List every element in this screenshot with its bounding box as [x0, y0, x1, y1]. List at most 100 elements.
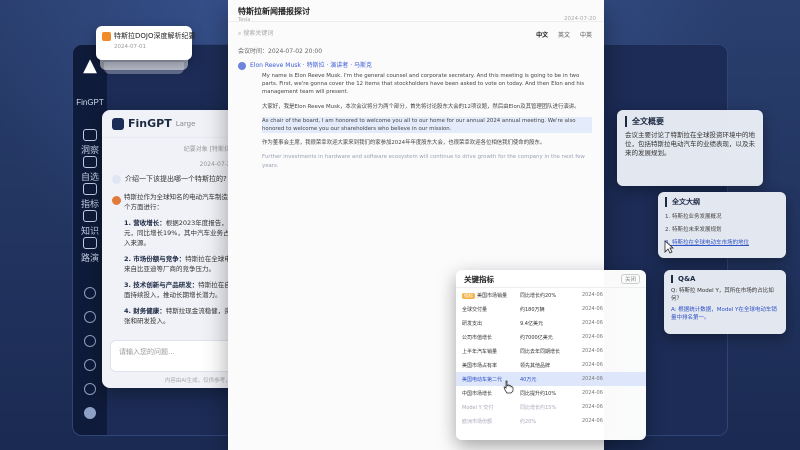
toast-title: 特斯拉DOJO深度解析纪要 — [114, 32, 196, 40]
tab-english[interactable]: 英文 — [558, 32, 570, 39]
outline-label: 全文大纲 — [665, 197, 779, 207]
mobile-icon[interactable] — [84, 335, 96, 347]
notification-icon[interactable] — [84, 383, 96, 395]
chat-title: FinGPT — [128, 117, 172, 130]
kpi-row[interactable]: 中国市场增长 同比提升约10% 2024-06 — [456, 386, 646, 400]
kpi-value: 9.4亿美元 — [520, 320, 543, 327]
document-search-input[interactable]: ⌕ 搜索关键词 — [238, 28, 508, 40]
knowledge-icon — [83, 210, 97, 222]
outline-item[interactable]: 1. 特斯拉业务发展概况 — [665, 212, 779, 220]
document-icon — [102, 32, 111, 41]
kpi-name: 指标 美国市场销量 — [462, 292, 508, 299]
kpi-row[interactable]: 公司市值增长 约7000亿美元 2024-06 — [456, 330, 646, 344]
kpi-date: 2024-06 — [582, 404, 603, 410]
kpi-date: 2024-06 — [582, 376, 603, 382]
kpi-badge: 指标 — [462, 292, 475, 299]
assistant-avatar — [112, 196, 121, 205]
answer-item-title: 3. 技术创新与产品研发： — [124, 281, 199, 289]
notification-toast[interactable]: 特斯拉DOJO深度解析纪要 2024-07-01 — [96, 26, 196, 60]
summary-label: 全文概要 — [625, 116, 755, 127]
outline-item[interactable]: 2. 特斯拉未来发展规划 — [665, 225, 779, 233]
kpi-title: 关键指标 — [456, 270, 646, 288]
kpi-value: 同比去年同期增长 — [520, 348, 561, 355]
tab-bilingual[interactable]: 中英 — [580, 32, 592, 39]
kpi-date: 2024-06 — [582, 306, 603, 312]
kpi-value: 领先其他品牌 — [520, 362, 551, 369]
chat-subtitle: Large — [175, 119, 196, 128]
transcript-paragraph: 作为董事会主席，我很荣幸欢迎大家来到我们的家参加2024年年度股东大会，也很荣幸… — [262, 140, 546, 147]
kpi-name: 公司市值增长 — [462, 334, 493, 341]
document-subtitle: Tesla — [238, 17, 251, 23]
user-icon — [112, 174, 121, 184]
chat-input-placeholder: 请输入您的问题... — [119, 348, 175, 356]
kpi-row[interactable]: 全球交付量 约180万辆 2024-06 — [456, 302, 646, 316]
speaker-avatar — [238, 61, 246, 70]
speaker-name: Elon Reeve Musk · 特斯拉 · 演讲者 · 马斯克 — [250, 62, 373, 69]
kpi-name: Model Y 交付 — [462, 404, 494, 411]
kpi-date: 2024-06 — [582, 390, 603, 396]
key-indicators-panel: 关键指标 关闭 指标 美国市场销量 同比增长约20% 2024-06 全球交付量 约180… — [456, 270, 646, 440]
qa-answer: A: 根据统计数据，Model Y在全球电动车销量中排名第一。 — [671, 307, 777, 321]
game-icon[interactable] — [84, 311, 96, 323]
kpi-row[interactable]: 美国市场占有率 领先其他品牌 2024-06 — [456, 358, 646, 372]
kpi-name: 欧洲市场份额 — [462, 418, 493, 425]
kpi-row[interactable]: 指标 美国市场销量 同比增长约20% 2024-06 — [456, 288, 646, 302]
kpi-value: 同比增长约20% — [520, 292, 557, 299]
kpi-date: 2024-06 — [582, 320, 603, 326]
transcript-paragraph-highlighted: As chair of the board, I am honored to w… — [262, 116, 592, 134]
qa-panel: Q&A Q: 特斯拉 Model Y，其所在市场的占比如何？ A: 根据统计数据… — [664, 270, 786, 334]
kpi-table: 指标 美国市场销量 同比增长约20% 2024-06 全球交付量 约180万辆 2024-0… — [456, 288, 646, 428]
full-outline-panel: 全文大纲 1. 特斯拉业务发展概况 2. 特斯拉未来发展规划 3. 特斯拉在全球… — [658, 192, 786, 258]
kpi-date: 2024-06 — [582, 292, 603, 298]
kpi-row[interactable]: 欧洲市场份额 约20% 2024-06 — [456, 414, 646, 428]
qa-question: Q: 特斯拉 Model Y，其所在市场的占比如何？ — [671, 288, 774, 302]
transcript-paragraph: My name is Elon Reeve Musk. I'm the gene… — [262, 73, 585, 96]
kpi-row[interactable]: Model Y 交付 同比增长约15% 2024-06 — [456, 400, 646, 414]
insight-icon — [83, 129, 97, 141]
language-tabs: 中文 英文 中英 — [528, 30, 592, 39]
toast-time: 2024-07-01 — [114, 44, 146, 50]
kpi-value: 约7000亿美元 — [520, 334, 553, 341]
kpi-row[interactable]: 上半年汽车销量 同比去年同期增长 2024-06 — [456, 344, 646, 358]
watchlist-icon — [83, 156, 97, 168]
kpi-row[interactable]: 研发支出 9.4亿美元 2024-06 — [456, 316, 646, 330]
kpi-value: 同比提升约10% — [520, 390, 557, 397]
question-text: 介绍一下该提出哪一个特斯拉的? — [125, 175, 227, 183]
answer-item-title: 1. 营收增长： — [124, 219, 166, 227]
kpi-date: 2024-06 — [582, 334, 603, 340]
app-name: FinGPT — [76, 98, 104, 107]
kpi-date: 2024-06 — [582, 362, 603, 368]
kpi-name: 美国市场占有率 — [462, 362, 498, 369]
speaker-row[interactable]: Elon Reeve Musk · 特斯拉 · 演讲者 · 马斯克 — [238, 60, 593, 72]
kpi-date: 2024-06 — [582, 348, 603, 354]
kpi-name: 研发支出 — [462, 320, 483, 327]
kpi-name: 全球交付量 — [462, 306, 488, 313]
kpi-value: 同比增长约15% — [520, 404, 557, 411]
meeting-time: 会议时间：2024-07-02 20:00 — [238, 48, 323, 55]
document-header: 特斯拉新闻播报探讨 Tesla — [228, 0, 604, 23]
avatar[interactable] — [84, 407, 96, 419]
answer-item-title: 4. 财务健康： — [124, 307, 166, 315]
document-title: 特斯拉新闻播报探讨 — [238, 7, 310, 16]
summary-text: 会议主要讨论了特斯拉在全球投资环境中的地位，包括特斯拉电动汽车的业绩表现，以及未… — [625, 131, 755, 157]
fingpt-logo-icon — [112, 117, 124, 130]
tab-chinese[interactable]: 中文 — [536, 32, 548, 39]
transcript-paragraph: Further investments in hardware and soft… — [262, 154, 585, 169]
full-summary-panel: 全文概要 会议主要讨论了特斯拉在全球投资环境中的地位，包括特斯拉电动汽车的业绩表… — [617, 110, 763, 186]
pointer-cursor-icon — [664, 240, 674, 254]
transcript-body: My name is Elon Reeve Musk. I'm the gene… — [262, 72, 592, 176]
kpi-row[interactable]: 美国电动车第二代 40万元 2024-06 — [456, 372, 646, 386]
help-icon[interactable] — [84, 359, 96, 371]
kpi-value: 40万元 — [520, 376, 537, 383]
search-placeholder: 搜索关键词 — [243, 30, 274, 37]
kpi-date: 2024-06 — [582, 418, 603, 424]
outline-item-active[interactable]: 3. 特斯拉在全球电动车市场的地位 — [665, 238, 779, 246]
hand-cursor-icon — [503, 380, 514, 394]
qa-label: Q&A — [671, 275, 779, 283]
community-icon[interactable] — [84, 287, 96, 299]
kpi-close-button[interactable]: 关闭 — [620, 274, 640, 284]
roadshow-icon — [83, 237, 97, 249]
document-time: 2024-07-20 — [564, 16, 596, 22]
answer-item-title: 2. 市场份额与竞争： — [124, 255, 186, 263]
indicators-icon — [83, 183, 97, 195]
